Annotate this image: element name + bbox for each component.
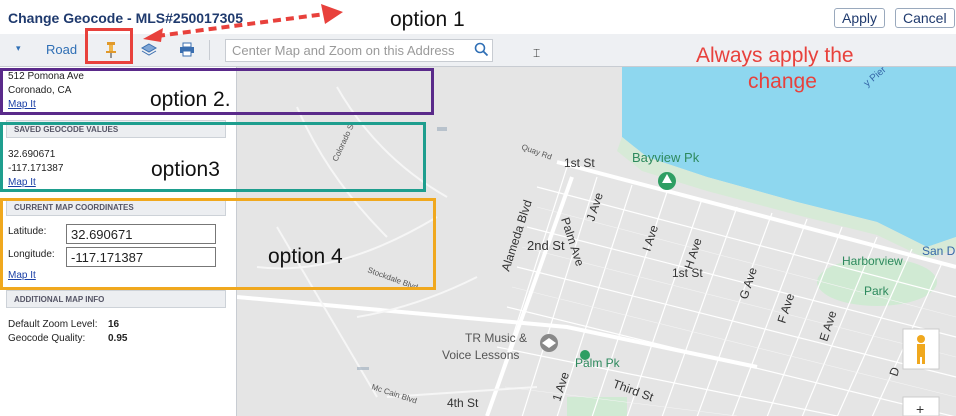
geocode-quality-value: 0.95 bbox=[108, 333, 128, 344]
apply-button[interactable]: Apply bbox=[834, 8, 886, 28]
apply-note-line2: change bbox=[748, 70, 817, 93]
svg-text:1st St: 1st St bbox=[672, 266, 703, 280]
zoom-level-value: 16 bbox=[108, 319, 120, 330]
street-2nd-st: 2nd St bbox=[527, 238, 565, 253]
svg-text:Park: Park bbox=[864, 284, 890, 298]
svg-text:Voice Lessons: Voice Lessons bbox=[442, 348, 519, 362]
svg-text:4th St: 4th St bbox=[447, 396, 479, 410]
poi-bayview: Bayview Pk bbox=[632, 150, 700, 165]
svg-text:San D: San D bbox=[922, 244, 956, 258]
additional-info-heading: ADDITIONAL MAP INFO bbox=[6, 290, 226, 308]
option3-label: option3 bbox=[151, 158, 220, 181]
cancel-button[interactable]: Cancel bbox=[895, 8, 955, 28]
search-icon[interactable] bbox=[474, 42, 489, 60]
option4-label: option 4 bbox=[268, 245, 343, 268]
option2-label: option 2. bbox=[150, 88, 231, 111]
chevron-down-icon[interactable]: ▾ bbox=[16, 43, 21, 54]
map-type-road[interactable]: Road bbox=[46, 42, 77, 57]
zoom-level-label: Default Zoom Level: bbox=[8, 319, 98, 330]
option4-highlight-box bbox=[0, 198, 436, 290]
option1-arrow bbox=[143, 4, 343, 42]
svg-text:Harborview: Harborview bbox=[842, 254, 903, 268]
svg-text:+: + bbox=[916, 401, 924, 416]
geocode-quality-label: Geocode Quality: bbox=[8, 333, 86, 344]
cursor-icon: ⌶ bbox=[533, 46, 541, 60]
street-1st-st: 1st St bbox=[564, 156, 595, 170]
apply-note-line1: Always apply the bbox=[696, 44, 854, 67]
option1-label: option 1 bbox=[390, 8, 465, 31]
svg-text:TR Music &: TR Music & bbox=[465, 331, 527, 345]
option1-highlight-box bbox=[85, 28, 133, 64]
